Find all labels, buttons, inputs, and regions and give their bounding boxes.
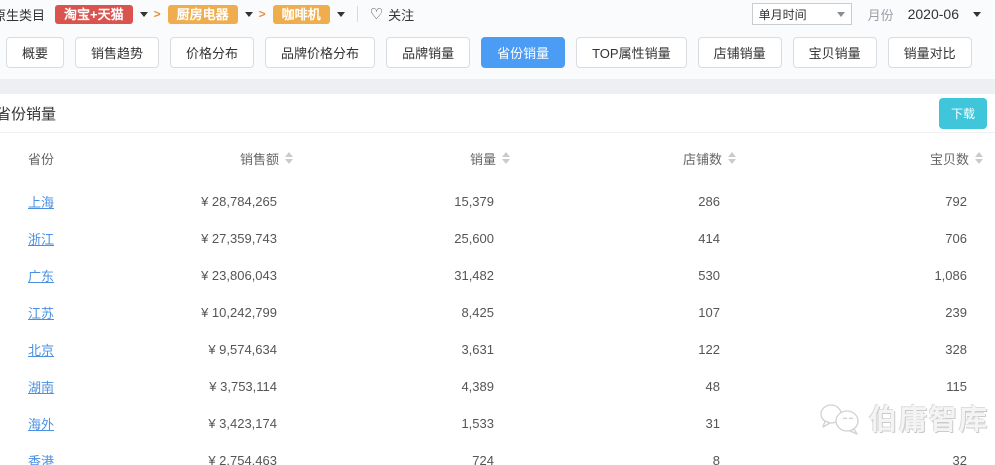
- tab-shop-sales[interactable]: 店铺销量: [697, 37, 782, 68]
- breadcrumb-separator: >: [258, 7, 266, 21]
- sort-icon[interactable]: [975, 152, 983, 164]
- table-row: 广东 ¥ 23,806,043 31,482 530 1,086: [0, 257, 995, 294]
- shops-value: 8: [712, 453, 720, 465]
- divider: [356, 6, 358, 22]
- sales-amount-value: ¥ 9,574,634: [208, 342, 277, 357]
- month-label: 月份: [867, 7, 894, 23]
- breadcrumb-category-badge[interactable]: 厨房电器: [167, 4, 238, 24]
- table-row: 海外 ¥ 3,423,174 1,533 31: [0, 405, 995, 442]
- sales-volume-value: 25,600: [454, 231, 494, 246]
- sales-volume-value: 724: [472, 453, 494, 465]
- sales-amount-value: ¥ 3,753,114: [209, 379, 277, 394]
- tab-brand-price-distribution[interactable]: 品牌价格分布: [265, 37, 376, 68]
- column-header-items: 宝贝数: [748, 149, 995, 168]
- time-mode-value: 单月时间: [758, 7, 807, 22]
- category-breadcrumb: 原生类目 淘宝+天猫 > 厨房电器 > 咖啡机 ♡ 关注: [0, 4, 414, 24]
- province-link[interactable]: 浙江: [28, 232, 54, 247]
- tab-price-distribution[interactable]: 价格分布: [170, 37, 255, 68]
- table-row: 香港 ¥ 2,754,463 724 8 32: [0, 442, 995, 465]
- province-link[interactable]: 北京: [28, 343, 54, 358]
- tab-sales-compare[interactable]: 销量对比: [887, 37, 972, 68]
- download-button[interactable]: 下载: [938, 97, 987, 129]
- province-sales-table: 省份 销售额 销量 店铺数 宝贝数 上海 ¥ 28,784,265 15,379…: [0, 133, 995, 465]
- items-value: 792: [945, 194, 967, 209]
- shops-value: 122: [698, 342, 720, 357]
- items-value: 115: [946, 379, 967, 394]
- sort-icon[interactable]: [728, 152, 736, 164]
- sort-icon[interactable]: [285, 152, 293, 164]
- province-link[interactable]: 湖南: [28, 380, 54, 395]
- province-link[interactable]: 上海: [28, 195, 54, 210]
- sales-volume-value: 31,482: [454, 268, 494, 283]
- table-row: 上海 ¥ 28,784,265 15,379 286 792: [0, 183, 995, 220]
- section-divider: [0, 79, 995, 94]
- panel-header: 省份销量 下载: [0, 94, 995, 133]
- column-header-sales-amount: 销售额: [120, 149, 305, 168]
- chevron-down-icon[interactable]: [139, 11, 148, 17]
- shops-value: 286: [698, 194, 720, 209]
- province-link[interactable]: 江苏: [28, 306, 54, 321]
- month-value: 2020-06: [907, 6, 959, 22]
- items-value: 32: [952, 453, 967, 465]
- breadcrumb-platform-badge[interactable]: 淘宝+天猫: [55, 4, 133, 24]
- breadcrumb-separator: >: [153, 7, 161, 21]
- province-link[interactable]: 海外: [28, 417, 54, 432]
- chevron-down-icon[interactable]: [336, 11, 345, 17]
- chevron-down-icon[interactable]: [244, 11, 253, 17]
- tab-overview[interactable]: 概要: [6, 37, 65, 68]
- sales-volume-value: 8,425: [461, 305, 494, 320]
- sales-amount-value: ¥ 3,423,174: [208, 416, 277, 431]
- column-header-shops: 店铺数: [522, 149, 748, 168]
- column-header-province: 省份: [28, 151, 55, 167]
- items-value: 239: [945, 305, 967, 320]
- sales-amount-value: ¥ 27,359,743: [201, 231, 277, 246]
- sales-amount-value: ¥ 23,806,043: [201, 268, 277, 283]
- items-value: 328: [945, 342, 967, 357]
- month-picker[interactable]: 2020-06: [908, 6, 981, 22]
- report-tabs: 概要 销售趋势 价格分布 品牌价格分布 品牌销量 省份销量 TOP属性销量 店铺…: [0, 28, 995, 79]
- shops-value: 107: [698, 305, 720, 320]
- column-header-sales-volume: 销量: [305, 149, 522, 168]
- heart-icon: ♡: [369, 6, 384, 23]
- page-title: 省份销量: [0, 105, 57, 123]
- breadcrumb-subcategory-badge[interactable]: 咖啡机: [272, 4, 330, 24]
- follow-label: 关注: [388, 7, 415, 23]
- sales-amount-value: ¥ 2,754,463: [208, 453, 277, 465]
- chevron-down-icon: [836, 11, 845, 17]
- chevron-down-icon: [973, 11, 981, 17]
- sales-volume-value: 1,533: [461, 416, 494, 431]
- shops-value: 31: [705, 416, 720, 431]
- topbar: 原生类目 淘宝+天猫 > 厨房电器 > 咖啡机 ♡ 关注 单月时间 月份 202…: [0, 0, 995, 28]
- tab-province-sales[interactable]: 省份销量: [481, 37, 566, 68]
- sort-icon[interactable]: [502, 152, 510, 164]
- table-row: 江苏 ¥ 10,242,799 8,425 107 239: [0, 294, 995, 331]
- sales-volume-value: 15,379: [454, 194, 494, 209]
- sales-volume-value: 3,631: [461, 342, 494, 357]
- items-value: 1,086: [934, 268, 967, 283]
- tab-item-sales[interactable]: 宝贝销量: [792, 37, 877, 68]
- tab-top-attribute-sales[interactable]: TOP属性销量: [576, 37, 687, 68]
- sales-volume-value: 4,389: [461, 379, 494, 394]
- sales-amount-value: ¥ 10,242,799: [201, 305, 277, 320]
- items-value: 706: [945, 231, 967, 246]
- sales-amount-value: ¥ 28,784,265: [201, 194, 277, 209]
- category-type-label: 原生类目: [0, 7, 46, 23]
- follow-button[interactable]: ♡ 关注: [370, 5, 414, 24]
- table-row: 湖南 ¥ 3,753,114 4,389 48 115: [0, 368, 995, 405]
- tab-sales-trend[interactable]: 销售趋势: [75, 37, 160, 68]
- table-row: 北京 ¥ 9,574,634 3,631 122 328: [0, 331, 995, 368]
- province-link[interactable]: 广东: [28, 269, 54, 284]
- time-mode-select[interactable]: 单月时间: [751, 3, 852, 25]
- shops-value: 414: [698, 231, 720, 246]
- table-header-row: 省份 销售额 销量 店铺数 宝贝数: [0, 133, 995, 183]
- table-row: 浙江 ¥ 27,359,743 25,600 414 706: [0, 220, 995, 257]
- province-link[interactable]: 香港: [28, 454, 54, 465]
- time-controls: 单月时间 月份 2020-06: [751, 3, 981, 25]
- shops-value: 530: [698, 268, 720, 283]
- tab-brand-sales[interactable]: 品牌销量: [386, 37, 471, 68]
- shops-value: 48: [705, 379, 720, 394]
